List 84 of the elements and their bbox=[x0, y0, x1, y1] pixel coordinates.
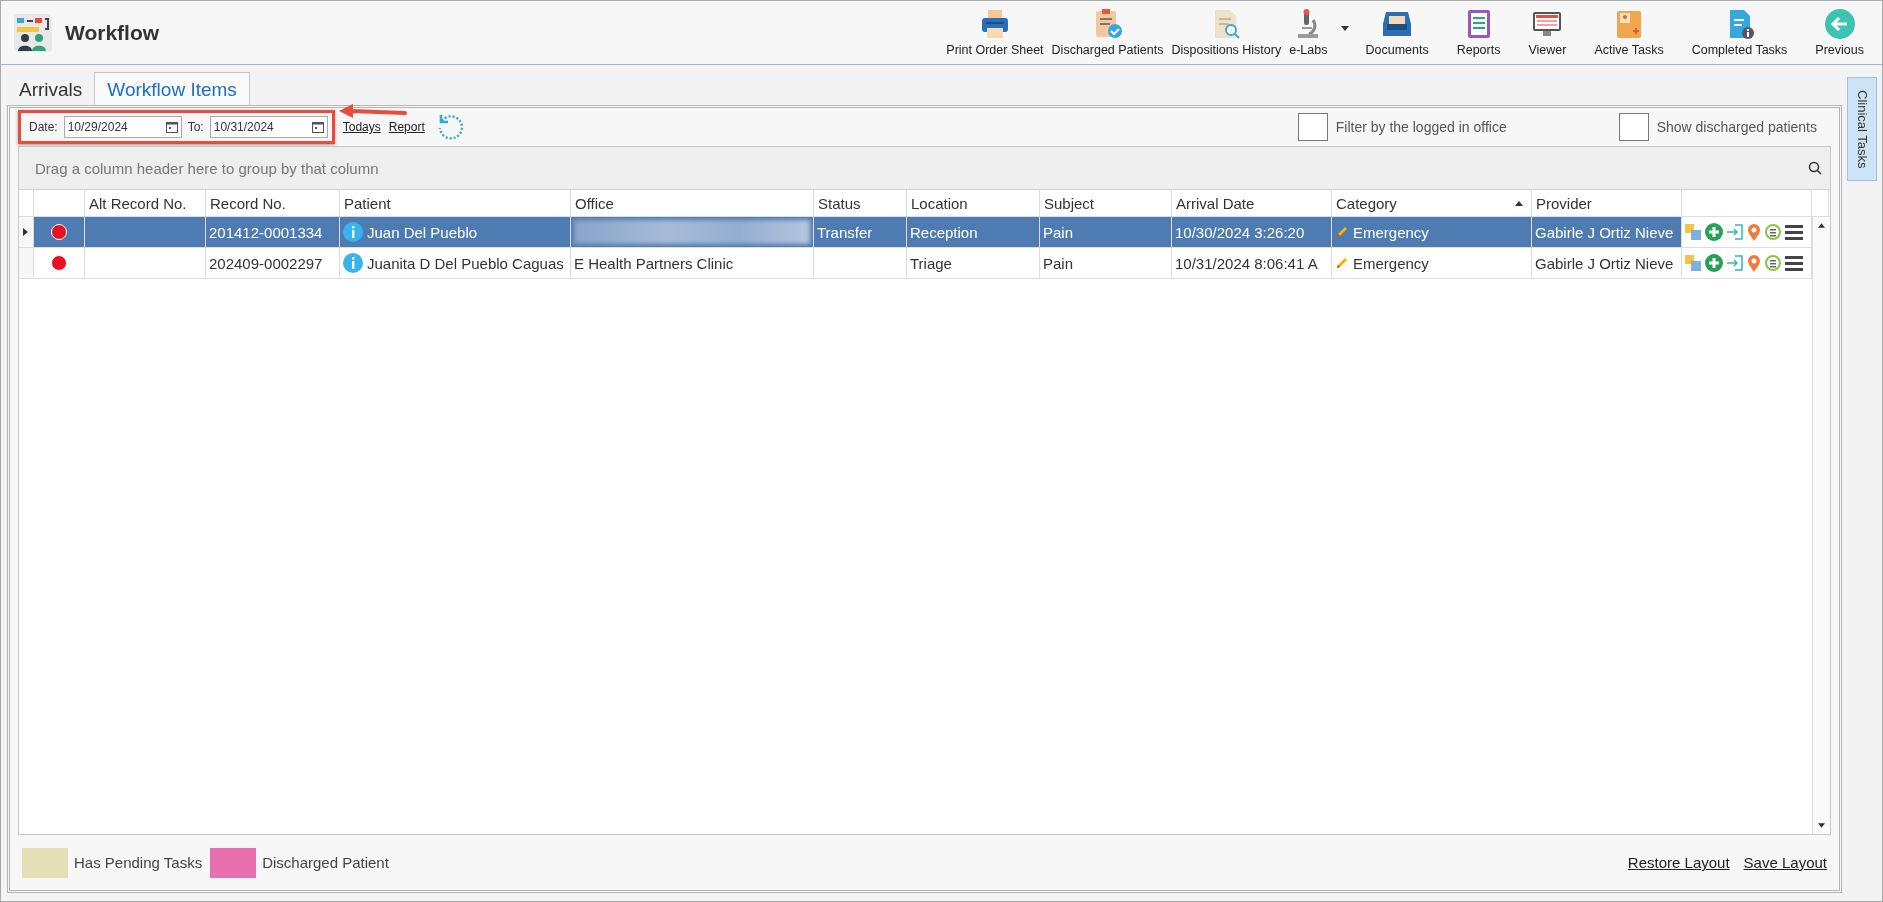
location-pin-icon[interactable] bbox=[1747, 254, 1761, 272]
date-label: Date: bbox=[29, 120, 58, 134]
dropdown-caret-icon bbox=[1341, 26, 1350, 31]
table-cell: Emergency bbox=[1353, 223, 1429, 241]
column-header[interactable]: Provider bbox=[1532, 190, 1682, 216]
table-cell: 10/30/2024 3:26:20 bbox=[1175, 223, 1305, 241]
menu-icon[interactable] bbox=[1785, 224, 1803, 240]
toolbar-button[interactable]: e-Labs bbox=[1285, 8, 1352, 57]
login-icon[interactable] bbox=[1726, 254, 1744, 272]
legend-label: Discharged Patient bbox=[262, 854, 389, 871]
toolbar-button[interactable]: Print Order Sheet bbox=[942, 8, 1048, 57]
column-header[interactable]: Patient bbox=[340, 190, 571, 216]
column-header[interactable]: Status bbox=[814, 190, 907, 216]
tab[interactable]: Workflow Items bbox=[94, 72, 250, 105]
to-label: To: bbox=[187, 120, 204, 134]
group-panel-hint: Drag a column header here to group by that column bbox=[35, 159, 379, 177]
info-icon[interactable] bbox=[343, 253, 363, 273]
table-row[interactable]: 201412-0001334 Juan Del Pueblo Transfer Reception Pain 10/30/2024 3:26:20 Emergency Gabirle J Ortiz Nieve bbox=[19, 217, 1812, 248]
window-title: Workflow bbox=[65, 20, 160, 45]
checkbox[interactable] bbox=[1297, 113, 1328, 141]
toolbar-button[interactable]: Dispositions History bbox=[1167, 8, 1286, 57]
checkbox-label: Filter by the logged in office bbox=[1335, 119, 1507, 135]
history-icon[interactable] bbox=[1764, 254, 1782, 272]
toolbar-button[interactable]: Active Tasks bbox=[1580, 8, 1678, 57]
pencil-icon bbox=[1335, 256, 1349, 270]
table-cell: Juanita D Del Pueblo Caguas bbox=[367, 254, 564, 272]
toolbar-button[interactable]: Completed Tasks bbox=[1677, 8, 1802, 57]
table-cell: Transfer bbox=[817, 223, 873, 241]
table-cell: Triage bbox=[910, 254, 952, 272]
history-icon[interactable] bbox=[1764, 223, 1782, 241]
report-link[interactable]: Report bbox=[388, 120, 425, 134]
sort-up-icon bbox=[1515, 200, 1523, 206]
scroll-down-icon[interactable] bbox=[1818, 823, 1825, 828]
table-cell: 10/31/2024 8:06:41 A bbox=[1175, 254, 1318, 272]
refresh-icon[interactable] bbox=[436, 113, 465, 141]
layout-link[interactable]: Restore Layout bbox=[1627, 854, 1730, 871]
current-row-icon bbox=[23, 228, 28, 236]
overlap-squares-icon[interactable] bbox=[1684, 223, 1702, 241]
toolbar-button[interactable]: Discharged Patients bbox=[1047, 8, 1168, 57]
search-icon[interactable] bbox=[1808, 161, 1822, 175]
toolbar-button[interactable]: Previous bbox=[1801, 8, 1878, 57]
plus-icon[interactable] bbox=[1705, 254, 1723, 272]
table-cell: Pain bbox=[1043, 254, 1074, 272]
toolbar-button[interactable]: Documents bbox=[1351, 8, 1443, 57]
date-to-field[interactable]: 10/31/2024 bbox=[209, 116, 328, 138]
workflow-logo-icon bbox=[13, 12, 53, 53]
toolbar-button[interactable]: Reports bbox=[1442, 8, 1515, 57]
toolbar-button[interactable]: Viewer bbox=[1514, 8, 1581, 57]
column-header[interactable]: Arrival Date bbox=[1172, 190, 1332, 216]
table-row[interactable]: 202409-0002297 Juanita D Del Pueblo Caguas E Health Partners Clinic Triage Pain 10/31/2024 8:06:41 A Emergency Gabirle J Ortiz Nieve bbox=[19, 248, 1812, 279]
checkbox-label: Show discharged patients bbox=[1656, 119, 1817, 135]
column-header[interactable]: Category bbox=[1332, 190, 1532, 216]
table-cell: Emergency bbox=[1353, 254, 1429, 272]
calendar-icon bbox=[165, 121, 178, 133]
pencil-icon bbox=[1335, 225, 1349, 239]
info-icon[interactable] bbox=[343, 222, 363, 242]
table-cell: 202409-0002297 bbox=[209, 254, 323, 272]
menu-icon[interactable] bbox=[1785, 255, 1803, 271]
table-cell: Gabirle J Ortiz Nieve bbox=[1535, 223, 1674, 241]
column-header[interactable]: Office bbox=[571, 190, 814, 216]
column-header[interactable]: Record No. bbox=[206, 190, 340, 216]
table-cell: Juan Del Pueblo bbox=[367, 223, 478, 241]
location-pin-icon[interactable] bbox=[1747, 223, 1761, 241]
column-header[interactable]: Alt Record No. bbox=[85, 190, 206, 216]
table-cell: Pain bbox=[1043, 223, 1074, 241]
plus-icon[interactable] bbox=[1705, 223, 1723, 241]
checkbox[interactable] bbox=[1618, 113, 1649, 141]
legend-label: Has Pending Tasks bbox=[74, 854, 203, 871]
login-icon[interactable] bbox=[1726, 223, 1744, 241]
table-cell: E Health Partners Clinic bbox=[574, 254, 734, 272]
column-header[interactable]: Location bbox=[907, 190, 1040, 216]
side-tab[interactable]: Clinical Tasks bbox=[1847, 77, 1877, 181]
overlap-squares-icon[interactable] bbox=[1684, 254, 1702, 272]
calendar-icon bbox=[311, 121, 324, 133]
date-from-field[interactable]: 10/29/2024 bbox=[63, 116, 182, 138]
column-header[interactable]: Subject bbox=[1040, 190, 1172, 216]
scroll-up-icon[interactable] bbox=[1818, 223, 1825, 228]
vertical-scrollbar[interactable] bbox=[1812, 217, 1830, 834]
table-cell: 201412-0001334 bbox=[209, 223, 323, 241]
table-cell: Reception bbox=[910, 223, 978, 241]
todays-link[interactable]: Todays bbox=[342, 120, 381, 134]
layout-link[interactable]: Save Layout bbox=[1743, 854, 1827, 871]
table-cell: Gabirle J Ortiz Nieve bbox=[1535, 254, 1674, 272]
tab[interactable]: Arrivals bbox=[9, 75, 93, 105]
